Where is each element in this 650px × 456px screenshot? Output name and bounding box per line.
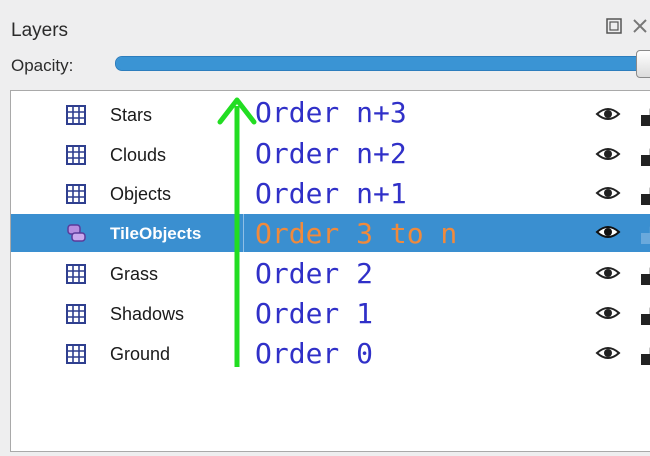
order-annotation-selected: Order 3 to n	[255, 217, 458, 250]
layer-name: Grass	[110, 264, 159, 284]
order-annotation: Order 0	[255, 337, 374, 370]
unlock-icon[interactable]	[639, 183, 650, 207]
eye-icon[interactable]	[595, 145, 621, 163]
opacity-slider[interactable]	[115, 56, 647, 71]
order-annotation: Order n+2	[255, 137, 407, 170]
unlock-icon[interactable]	[639, 263, 650, 287]
eye-icon[interactable]	[595, 184, 621, 202]
layer-name: Objects	[110, 184, 172, 204]
tile-layer-icon	[66, 184, 86, 204]
unlock-icon[interactable]	[639, 343, 650, 367]
unlock-icon[interactable]	[639, 222, 650, 246]
object-layer-icon	[67, 224, 86, 242]
eye-icon[interactable]	[595, 344, 621, 362]
tile-layer-icon	[66, 264, 86, 284]
opacity-slider-fill	[116, 57, 646, 70]
layer-name: Shadows	[110, 304, 185, 324]
unlock-icon[interactable]	[639, 303, 650, 327]
eye-icon[interactable]	[595, 264, 621, 282]
tile-layer-icon	[66, 105, 86, 125]
tile-layer-icon	[66, 145, 86, 165]
order-annotation: Order 1	[255, 297, 374, 330]
layer-name: Stars	[110, 105, 153, 125]
eye-icon[interactable]	[595, 223, 621, 241]
restore-icon[interactable]	[604, 16, 624, 36]
unlock-icon[interactable]	[639, 104, 650, 128]
layer-name: Ground	[110, 344, 171, 364]
order-annotation: Order 2	[255, 257, 374, 290]
unlock-icon[interactable]	[639, 144, 650, 168]
layer-name: Clouds	[110, 145, 167, 165]
opacity-slider-thumb[interactable]	[636, 50, 650, 78]
close-icon[interactable]	[630, 16, 650, 36]
opacity-label: Opacity:	[11, 56, 74, 75]
order-annotation: Order n+3	[255, 96, 407, 129]
layers-panel: Layers Opacity: Stars Clouds Objects Til…	[0, 0, 650, 456]
panel-title: Layers	[11, 20, 69, 41]
tile-layer-icon	[66, 304, 86, 324]
tile-layer-icon	[66, 344, 86, 364]
eye-icon[interactable]	[595, 105, 621, 123]
layer-name: TileObjects	[110, 224, 202, 243]
eye-icon[interactable]	[595, 304, 621, 322]
order-annotation: Order n+1	[255, 177, 407, 210]
